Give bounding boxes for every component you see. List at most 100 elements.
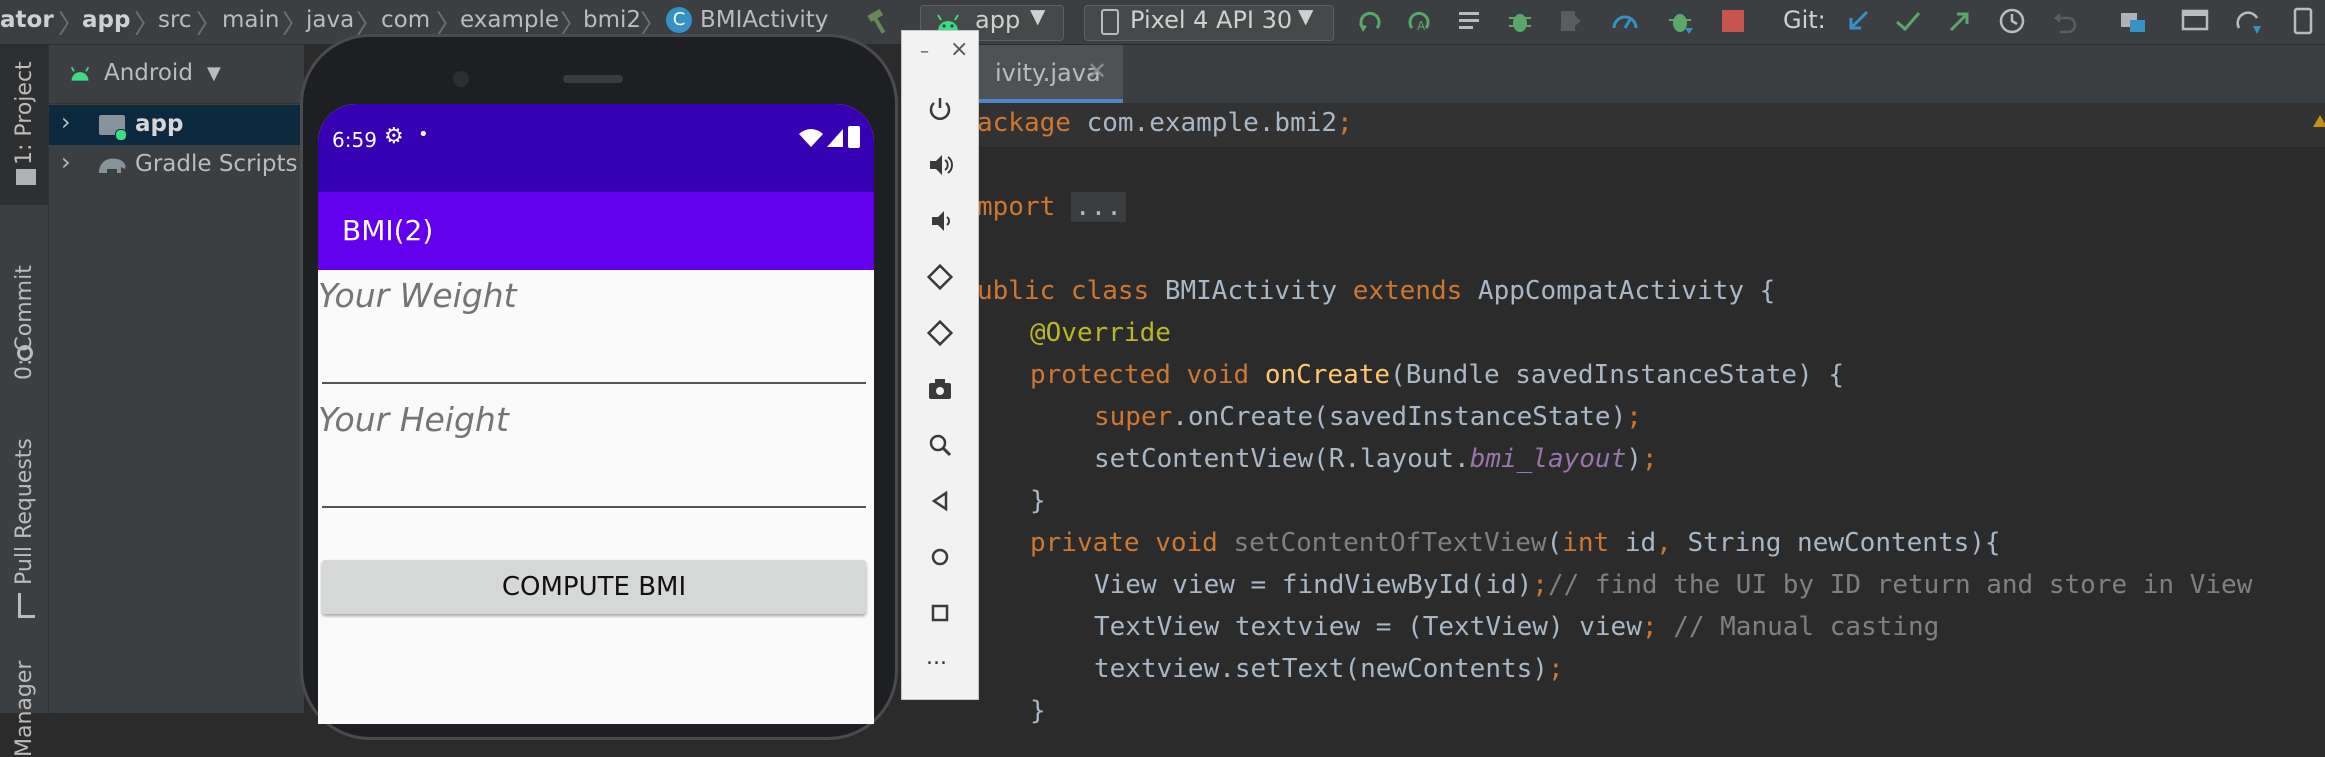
tool-window-strip: 1: Project 0: Commit Pull Requests Manag…: [0, 45, 49, 757]
code-line-annotation: @Override: [1030, 318, 1171, 348]
power-icon[interactable]: [924, 93, 956, 125]
coverage-icon[interactable]: [1555, 6, 1585, 36]
code-editor[interactable]: ackage com.example.bmi2; mport ... ublic…: [977, 103, 2325, 726]
attach-debugger-icon[interactable]: [1665, 6, 1695, 36]
home-icon[interactable]: [924, 541, 956, 573]
app-title: BMI(2): [342, 214, 434, 247]
chevron-down-icon: ▼: [1030, 4, 1046, 28]
tree-row-app[interactable]: › app: [49, 105, 304, 145]
editor-tab-active[interactable]: ivity.java ✕: [977, 45, 1123, 103]
status-time: 6:59: [332, 128, 377, 152]
class-icon: C: [666, 7, 692, 33]
weight-input-underline: [322, 382, 866, 384]
breadcrumb-separator: 〉: [134, 10, 161, 40]
git-label: Git:: [1783, 6, 1826, 34]
logcat-list-icon[interactable]: [1455, 6, 1485, 36]
breadcrumb-separator: 〉: [58, 10, 85, 40]
manager-tool-tab[interactable]: Manager: [12, 661, 37, 757]
chevron-right-icon[interactable]: ›: [61, 148, 71, 176]
project-tool-tab[interactable]: 1: Project: [12, 61, 37, 165]
pull-request-icon: [18, 593, 35, 618]
apply-changes-restart-icon[interactable]: [1355, 6, 1385, 36]
stop-icon[interactable]: [1722, 10, 1744, 32]
commit-tool-tab[interactable]: 0: Commit: [12, 265, 37, 380]
breadcrumb-item[interactable]: bmi2: [583, 7, 641, 33]
compute-bmi-button[interactable]: COMPUTE BMI: [322, 560, 866, 614]
notification-dot-icon: •: [418, 124, 429, 145]
tree-label: Gradle Scripts: [135, 151, 298, 177]
warning-icon[interactable]: [2313, 115, 2325, 127]
breadcrumb-separator: 〉: [282, 10, 309, 40]
breadcrumb-item-current[interactable]: BMIActivity: [700, 7, 828, 33]
overview-icon[interactable]: [924, 597, 956, 629]
height-input[interactable]: Your Height: [318, 400, 509, 439]
zoom-icon[interactable]: [924, 429, 956, 461]
module-badge-icon: [115, 129, 127, 141]
minimize-button[interactable]: –: [920, 41, 929, 62]
project-structure-icon[interactable]: [2118, 6, 2148, 36]
gradle-elephant-icon: [99, 158, 126, 173]
back-icon[interactable]: [924, 485, 956, 517]
phone-speaker: [563, 75, 623, 83]
commit-icon: [17, 345, 33, 361]
app-bar: BMI(2): [318, 192, 874, 270]
volume-up-icon[interactable]: [924, 149, 956, 181]
folder-icon: [16, 169, 36, 185]
avd-manager-icon[interactable]: [2180, 6, 2210, 36]
camera-icon[interactable]: [924, 373, 956, 405]
phone-camera: [453, 71, 469, 87]
pull-requests-tool-tab[interactable]: Pull Requests: [12, 438, 37, 585]
code-line-brace: }: [1030, 486, 1046, 516]
status-bar: 6:59 ⚙ •: [318, 104, 874, 192]
code-line-import: mport ...: [977, 192, 1126, 222]
tree-row-gradle-scripts[interactable]: › Gradle Scripts: [49, 145, 304, 185]
code-line-oncreate: protected void onCreate(Bundle savedInst…: [1030, 360, 1844, 390]
wifi-icon: [799, 129, 823, 147]
device-manager-icon[interactable]: [2290, 6, 2320, 36]
weight-input[interactable]: Your Weight: [318, 276, 517, 315]
hammer-icon[interactable]: [864, 6, 894, 36]
breadcrumb-item[interactable]: app: [82, 7, 130, 33]
code-line-findview: View view = findViewById(id);// find the…: [1094, 570, 2253, 600]
rotate-left-icon[interactable]: [924, 261, 956, 293]
rotate-right-icon[interactable]: [924, 317, 956, 349]
breadcrumb-item[interactable]: main: [222, 7, 279, 33]
chevron-down-icon[interactable]: ▼: [207, 63, 221, 84]
more-options-icon[interactable]: ...: [926, 645, 947, 670]
run-config-label: app: [975, 6, 1021, 34]
volume-down-icon[interactable]: [924, 205, 956, 237]
breadcrumb-item[interactable]: src: [158, 7, 192, 33]
chevron-right-icon[interactable]: ›: [61, 108, 71, 136]
editor-tab-label: ivity.java: [995, 59, 1101, 87]
git-commit-check-icon[interactable]: [1893, 6, 1923, 36]
breadcrumb-item[interactable]: ator: [0, 7, 54, 33]
debug-bug-icon[interactable]: [1505, 6, 1535, 36]
close-tab-icon[interactable]: ✕: [1087, 57, 1107, 85]
close-button[interactable]: ×: [950, 37, 968, 62]
profiler-gauge-icon[interactable]: [1610, 6, 1640, 36]
code-line-super: super.onCreate(savedInstanceState);: [1094, 402, 1642, 432]
emulator-toolbar: – × ...: [901, 30, 979, 700]
apply-code-changes-icon[interactable]: A: [1404, 6, 1434, 36]
sdk-manager-icon[interactable]: [2233, 6, 2263, 36]
code-line-cast: TextView textview = (TextView) view; // …: [1094, 612, 1940, 642]
code-line-brace: }: [1030, 696, 1046, 726]
breadcrumb-item[interactable]: example: [460, 7, 559, 33]
chevron-down-icon: ▼: [1298, 4, 1314, 28]
svg-text:A: A: [1417, 19, 1426, 33]
device-label: Pixel 4 API 30: [1130, 6, 1293, 34]
android-icon: [70, 66, 90, 81]
cell-signal-icon: [827, 129, 843, 147]
breadcrumb-item[interactable]: com: [381, 7, 430, 33]
history-clock-icon[interactable]: [1997, 6, 2027, 36]
git-push-arrow-icon[interactable]: [1945, 6, 1975, 36]
phone-device-icon: [1101, 9, 1119, 35]
git-update-arrow-icon[interactable]: [1843, 6, 1873, 36]
editor-tab-bar: ivity.java ✕: [977, 45, 2325, 104]
project-view-selector[interactable]: Android: [104, 60, 193, 86]
code-line-setcontentview: setContentView(R.layout.bmi_layout);: [1094, 444, 1658, 474]
code-line-package: ackage com.example.bmi2;: [977, 108, 1353, 138]
tree-label: app: [135, 111, 184, 137]
breadcrumb-item[interactable]: java: [306, 7, 354, 33]
rollback-icon[interactable]: [2050, 6, 2080, 36]
